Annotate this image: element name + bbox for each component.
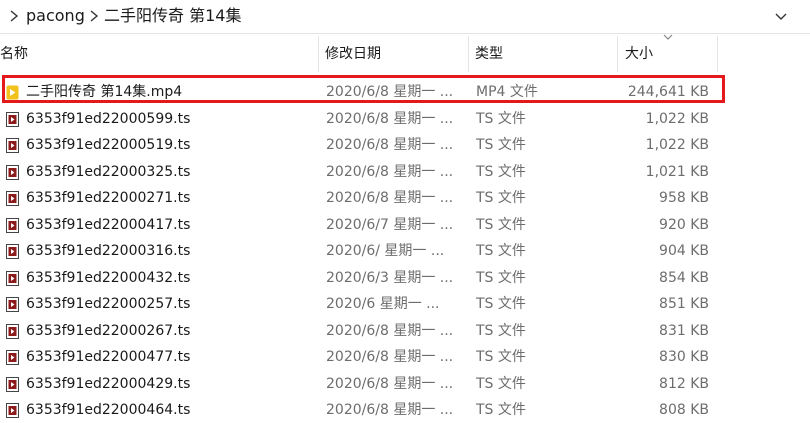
file-type: TS 文件 xyxy=(476,269,526,286)
file-modified-date: 2020/6/8 星期一 ... xyxy=(326,322,454,339)
file-name: 6353f91ed22000432.ts xyxy=(26,269,191,286)
file-type: TS 文件 xyxy=(476,110,526,127)
media-file-icon xyxy=(6,244,19,259)
file-row[interactable]: 6353f91ed22000325.ts 2020/6/8 星期一 ... TS 文… xyxy=(0,159,810,185)
file-name: 6353f91ed22000257.ts xyxy=(26,296,191,312)
video-file-icon xyxy=(6,85,19,100)
column-header-date[interactable]: 修改日期 xyxy=(325,34,468,74)
file-type: TS 文件 xyxy=(476,216,526,233)
media-file-icon xyxy=(6,217,19,233)
media-file-icon xyxy=(6,403,19,418)
column-divider[interactable] xyxy=(717,36,718,72)
file-name: 6353f91ed22000519.ts xyxy=(26,137,191,153)
file-name: 6353f91ed22000429.ts xyxy=(26,375,191,392)
file-size: 808 KB xyxy=(659,402,709,418)
file-name: 6353f91ed22000464.ts xyxy=(26,402,191,418)
file-size: 1,022 KB xyxy=(645,137,709,153)
file-row[interactable]: 二手阳传奇 第14集.mp4 2020/6/8 星期一 ... MP4 文件 244,… xyxy=(0,79,810,105)
file-type: TS 文件 xyxy=(476,349,526,365)
chevron-down-icon[interactable] xyxy=(771,8,791,26)
file-modified-date: 2020/6/8 星期一 ... xyxy=(326,402,454,418)
file-row[interactable]: 6353f91ed22000257.ts 2020/6 星期一 ... TS 文件 8… xyxy=(0,291,810,317)
column-header-type[interactable]: 类型 xyxy=(475,34,617,74)
file-modified-date: 2020/6/8 星期一 ... xyxy=(326,110,454,127)
file-name: 6353f91ed22000271.ts xyxy=(26,190,191,206)
file-name: 二手阳传奇 第14集.mp4 xyxy=(26,84,183,100)
file-row[interactable]: 6353f91ed22000519.ts 2020/6/8 星期一 ... TS 文… xyxy=(0,132,810,158)
media-file-icon xyxy=(6,350,19,365)
file-size: 958 KB xyxy=(659,190,709,206)
column-divider[interactable] xyxy=(617,36,618,72)
file-row[interactable]: 6353f91ed22000271.ts 2020/6/8 星期一 ... TS 文… xyxy=(0,185,810,211)
chevron-right-icon[interactable] xyxy=(87,8,101,24)
media-file-icon xyxy=(6,297,19,312)
file-name: 6353f91ed22000477.ts xyxy=(26,349,191,365)
file-size: 851 KB xyxy=(659,296,709,312)
file-name: 6353f91ed22000316.ts xyxy=(26,243,191,259)
file-size: 1,022 KB xyxy=(645,110,709,127)
file-type: TS 文件 xyxy=(476,296,526,312)
media-file-icon xyxy=(6,111,19,127)
column-divider[interactable] xyxy=(468,36,469,72)
file-type: TS 文件 xyxy=(476,137,526,153)
sort-caret-icon xyxy=(663,34,673,40)
file-modified-date: 2020/6/8 星期一 ... xyxy=(326,190,454,206)
file-row[interactable]: 6353f91ed22000429.ts 2020/6/8 星期一 ... TS 文… xyxy=(0,371,810,397)
file-type: TS 文件 xyxy=(476,190,526,206)
file-name: 6353f91ed22000417.ts xyxy=(26,216,191,233)
file-type: TS 文件 xyxy=(476,402,526,418)
file-size: 812 KB xyxy=(659,375,709,392)
breadcrumb: pacong 二手阳传奇 第14集 xyxy=(0,0,810,34)
file-type: TS 文件 xyxy=(476,163,526,180)
media-file-icon xyxy=(6,270,19,286)
file-type: MP4 文件 xyxy=(476,84,538,100)
file-size: 830 KB xyxy=(659,349,709,365)
file-modified-date: 2020/6/7 星期一 ... xyxy=(326,216,454,233)
file-modified-date: 2020/6/8 星期一 ... xyxy=(326,375,454,392)
file-row[interactable]: 6353f91ed22000599.ts 2020/6/8 星期一 ... TS 文… xyxy=(0,106,810,132)
file-type: TS 文件 xyxy=(476,322,526,339)
file-row[interactable]: 6353f91ed22000417.ts 2020/6/7 星期一 ... TS 文… xyxy=(0,212,810,238)
file-modified-date: 2020/6 星期一 ... xyxy=(326,296,440,312)
file-modified-date: 2020/6/8 星期一 ... xyxy=(326,137,454,153)
file-size: 1,021 KB xyxy=(645,163,709,180)
file-modified-date: 2020/6/8 星期一 ... xyxy=(326,84,454,100)
file-modified-date: 2020/6/3 星期一 ... xyxy=(326,269,454,286)
file-row[interactable]: 6353f91ed22000477.ts 2020/6/8 星期一 ... TS 文… xyxy=(0,344,810,370)
column-header-row: 名称 修改日期 类型 大小 xyxy=(0,34,810,74)
file-type: TS 文件 xyxy=(476,375,526,392)
file-type: TS 文件 xyxy=(476,243,526,259)
file-size: 831 KB xyxy=(659,322,709,339)
file-modified-date: 2020/6/8 星期一 ... xyxy=(326,349,454,365)
file-name: 6353f91ed22000325.ts xyxy=(26,163,191,180)
file-modified-date: 2020/6/8 星期一 ... xyxy=(326,163,454,180)
file-size: 854 KB xyxy=(659,269,709,286)
file-name: 6353f91ed22000599.ts xyxy=(26,110,191,127)
file-size: 904 KB xyxy=(659,243,709,259)
file-size: 920 KB xyxy=(659,216,709,233)
file-row[interactable]: 6353f91ed22000464.ts 2020/6/8 星期一 ... TS 文… xyxy=(0,397,810,423)
media-file-icon xyxy=(6,138,19,153)
file-modified-date: 2020/6/ 星期一 ... xyxy=(326,243,445,259)
media-file-icon xyxy=(6,323,19,339)
media-file-icon xyxy=(6,164,19,180)
file-size: 244,641 KB xyxy=(627,84,709,100)
column-divider[interactable] xyxy=(318,36,319,72)
breadcrumb-item-pacong[interactable]: pacong xyxy=(26,6,85,26)
file-name: 6353f91ed22000267.ts xyxy=(26,322,191,339)
media-file-icon xyxy=(6,191,19,206)
media-file-icon xyxy=(6,376,19,392)
chevron-right-icon[interactable] xyxy=(7,8,21,24)
file-row[interactable]: 6353f91ed22000267.ts 2020/6/8 星期一 ... TS 文… xyxy=(0,318,810,344)
breadcrumb-item-current-folder[interactable]: 二手阳传奇 第14集 xyxy=(104,6,241,26)
file-row[interactable]: 6353f91ed22000432.ts 2020/6/3 星期一 ... TS 文… xyxy=(0,265,810,291)
file-row[interactable]: 6353f91ed22000316.ts 2020/6/ 星期一 ... TS 文件… xyxy=(0,238,810,264)
column-header-name[interactable]: 名称 xyxy=(0,34,318,74)
